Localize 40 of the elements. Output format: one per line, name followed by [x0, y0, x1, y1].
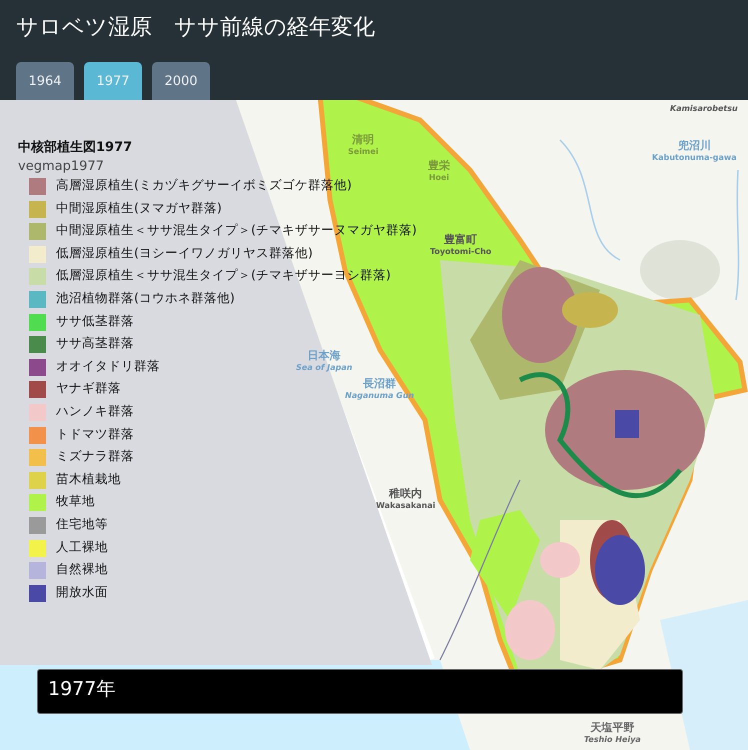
map-place-label: Toyotomi-Cho [430, 247, 492, 256]
map-place-label: Wakasakanai [376, 501, 436, 510]
map-place-label: 豊富町 [444, 232, 478, 247]
map-place-label: Kabutonuma-gawa [652, 153, 737, 162]
map-place-label: 稚咲内 [389, 486, 422, 501]
legend-label: 人工裸地 [56, 538, 108, 556]
map-place-label: Hoei [428, 173, 450, 182]
layer-name: vegmap1977 [18, 159, 104, 174]
legend-label: ササ低茎群落 [56, 312, 134, 330]
legend-label: 中間湿原植生＜ササ混生タイプ＞(チマキザサーヌマガヤ群落) [56, 221, 417, 240]
map-place-label: 豊栄 [428, 158, 450, 173]
legend-label: 開放水面 [56, 582, 108, 601]
year-tab[interactable]: 1964 [16, 62, 74, 100]
map-place-label: 兜沼川 [678, 138, 711, 153]
legend-label: 牧草地 [56, 492, 95, 510]
legend-label: 低層湿原植生(ヨシーイワノガリヤス群落他) [56, 244, 313, 262]
legend-label: 苗木植栽地 [56, 470, 121, 488]
year-caption: 1977年 [37, 669, 683, 714]
map-place-label: 清明 [352, 132, 374, 147]
map-place-label: 日本海 [308, 348, 341, 363]
legend-label: 自然裸地 [56, 560, 108, 578]
legend-label: オオイタドリ群落 [56, 356, 160, 375]
map-place-label: Kamisarobetsu [670, 104, 738, 113]
legend-title: 中核部植生図1977 [18, 138, 132, 156]
legend-label: 池沼植物群落(コウホネ群落他) [56, 288, 235, 307]
legend-label: ヤナギ群落 [56, 379, 121, 398]
map-place-label: 天塩平野 [590, 720, 634, 735]
year-tab[interactable]: 2000 [152, 62, 210, 100]
map-place-label: 長沼群 [363, 376, 396, 391]
legend-label: ササ高茎群落 [56, 334, 134, 352]
legend-label: ミズナラ群落 [56, 447, 134, 466]
legend-label: 低層湿原植生＜ササ混生タイプ＞(チマキザサーヨシ群落) [56, 266, 391, 284]
legend-label: ハンノキ群落 [56, 402, 134, 420]
legend-label: 中間湿原植生(ヌマガヤ群落) [56, 198, 222, 217]
map-place-label: Seimei [348, 147, 378, 156]
page-title: サロベツ湿原 ササ前線の経年変化 [16, 14, 376, 42]
legend-label: 住宅地等 [56, 514, 108, 533]
legend-label: トドマツ群落 [56, 424, 134, 443]
map-place-label: Sea of Japan [296, 363, 352, 372]
map-place-label: Teshio Heiya [584, 735, 641, 744]
